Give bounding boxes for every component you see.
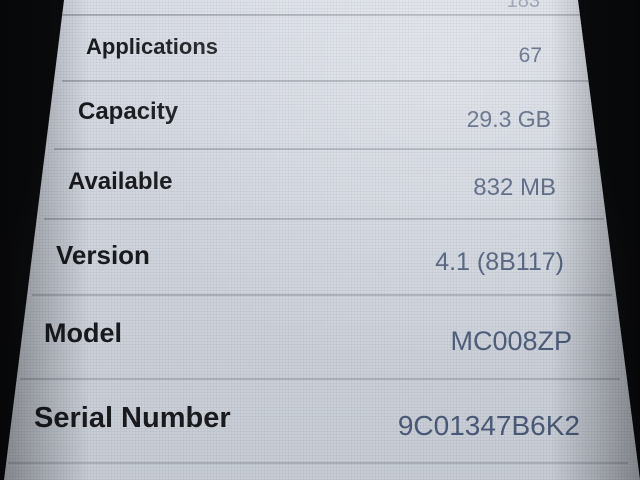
photo-frame: 183 Applications 67 Capacity 29.3 GB Ava… — [0, 0, 640, 480]
row-value-available: 832 MB — [473, 174, 556, 201]
about-row-capacity: Capacity 29.3 GB — [54, 82, 599, 150]
about-row-serial-number: Serial Number 9C01347B6K2 — [8, 380, 628, 464]
about-row-applications: Applications 67 — [62, 16, 592, 82]
row-label-available: Available — [68, 168, 173, 195]
row-label-applications: Applications — [86, 34, 219, 59]
row-value-model: MC008ZP — [450, 326, 572, 356]
row-value-capacity: 29.3 GB — [466, 106, 551, 132]
row-value-version: 4.1 (8B117) — [435, 248, 564, 276]
about-row-available: Available 832 MB — [44, 150, 604, 220]
row-value-serial-number: 9C01347B6K2 — [397, 410, 580, 441]
about-row-model: Model MC008ZP — [20, 296, 620, 380]
about-row-version: Version 4.1 (8B117) — [32, 220, 612, 296]
about-row-top-partial: 183 — [60, 0, 590, 16]
row-value: 183 — [506, 0, 540, 12]
row-value-applications: 67 — [518, 44, 542, 67]
about-settings-screen: 183 Applications 67 Capacity 29.3 GB Ava… — [4, 0, 640, 480]
row-label-capacity: Capacity — [78, 98, 179, 125]
row-label-model: Model — [44, 318, 122, 348]
row-label-version: Version — [56, 240, 150, 270]
row-label-serial-number: Serial Number — [34, 402, 231, 434]
